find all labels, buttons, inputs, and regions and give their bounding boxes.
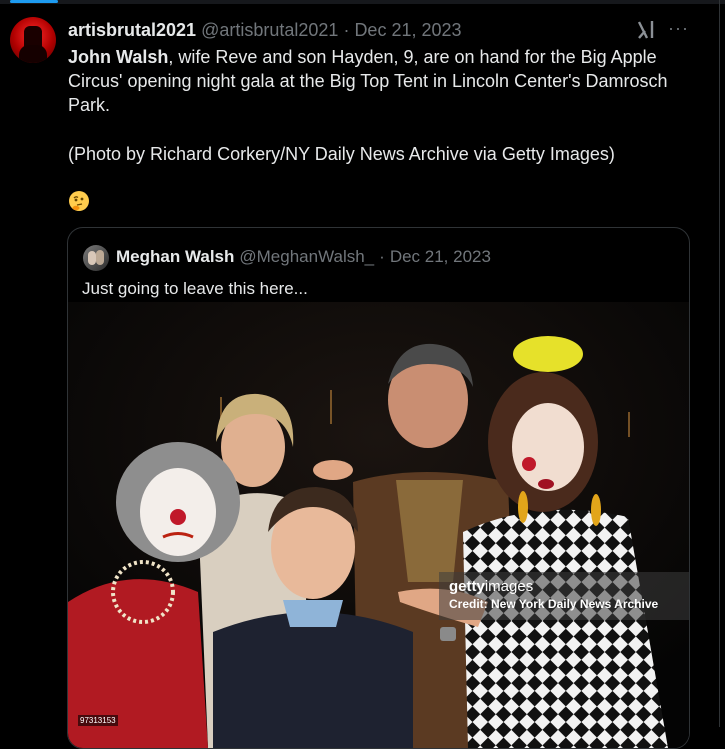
tweet-text: John Walsh, wife Reve and son Hayden, 9,… xyxy=(68,45,698,117)
thinking-face-icon xyxy=(68,190,90,212)
author-avatar[interactable] xyxy=(10,17,56,63)
quoted-tweet-photo[interactable]: gettyimages Credit: New York Daily News … xyxy=(68,302,689,748)
more-icon[interactable]: ··· xyxy=(668,19,688,41)
quoted-tweet-date[interactable]: Dec 21, 2023 xyxy=(390,247,491,267)
quoted-author-avatar[interactable] xyxy=(83,245,109,271)
tweet-header: artisbrutal2021 @artisbrutal2021 · Dec 2… xyxy=(68,19,462,41)
getty-watermark: gettyimages Credit: New York Daily News … xyxy=(439,572,689,620)
quoted-tweet[interactable]: Meghan Walsh @MeghanWalsh_ · Dec 21, 202… xyxy=(67,227,690,749)
quoted-tweet-header: Meghan Walsh @MeghanWalsh_ · Dec 21, 202… xyxy=(116,247,491,267)
separator-dot: · xyxy=(379,247,385,266)
separator-dot: · xyxy=(343,19,350,40)
quoted-author-handle[interactable]: @MeghanWalsh_ xyxy=(239,247,374,267)
author-name[interactable]: artisbrutal2021 xyxy=(68,20,196,41)
getty-images-logo: gettyimages xyxy=(449,578,534,595)
image-id-label: 97313153 xyxy=(78,715,118,726)
top-separator xyxy=(0,0,725,4)
mention-john-walsh: John Walsh xyxy=(68,47,169,67)
tab-indicator xyxy=(10,0,58,3)
quoted-tweet-text: Just going to leave this here... xyxy=(82,279,308,298)
column-divider xyxy=(719,0,720,727)
quoted-author-name[interactable]: Meghan Walsh xyxy=(116,247,234,267)
grok-icon[interactable] xyxy=(636,19,656,41)
tweet-date[interactable]: Dec 21, 2023 xyxy=(354,20,461,41)
photo-credit-text: (Photo by Richard Corkery/NY Daily News … xyxy=(68,144,615,164)
author-handle[interactable]: @artisbrutal2021 xyxy=(201,20,338,41)
getty-credit-text: Credit: New York Daily News Archive xyxy=(449,597,659,611)
